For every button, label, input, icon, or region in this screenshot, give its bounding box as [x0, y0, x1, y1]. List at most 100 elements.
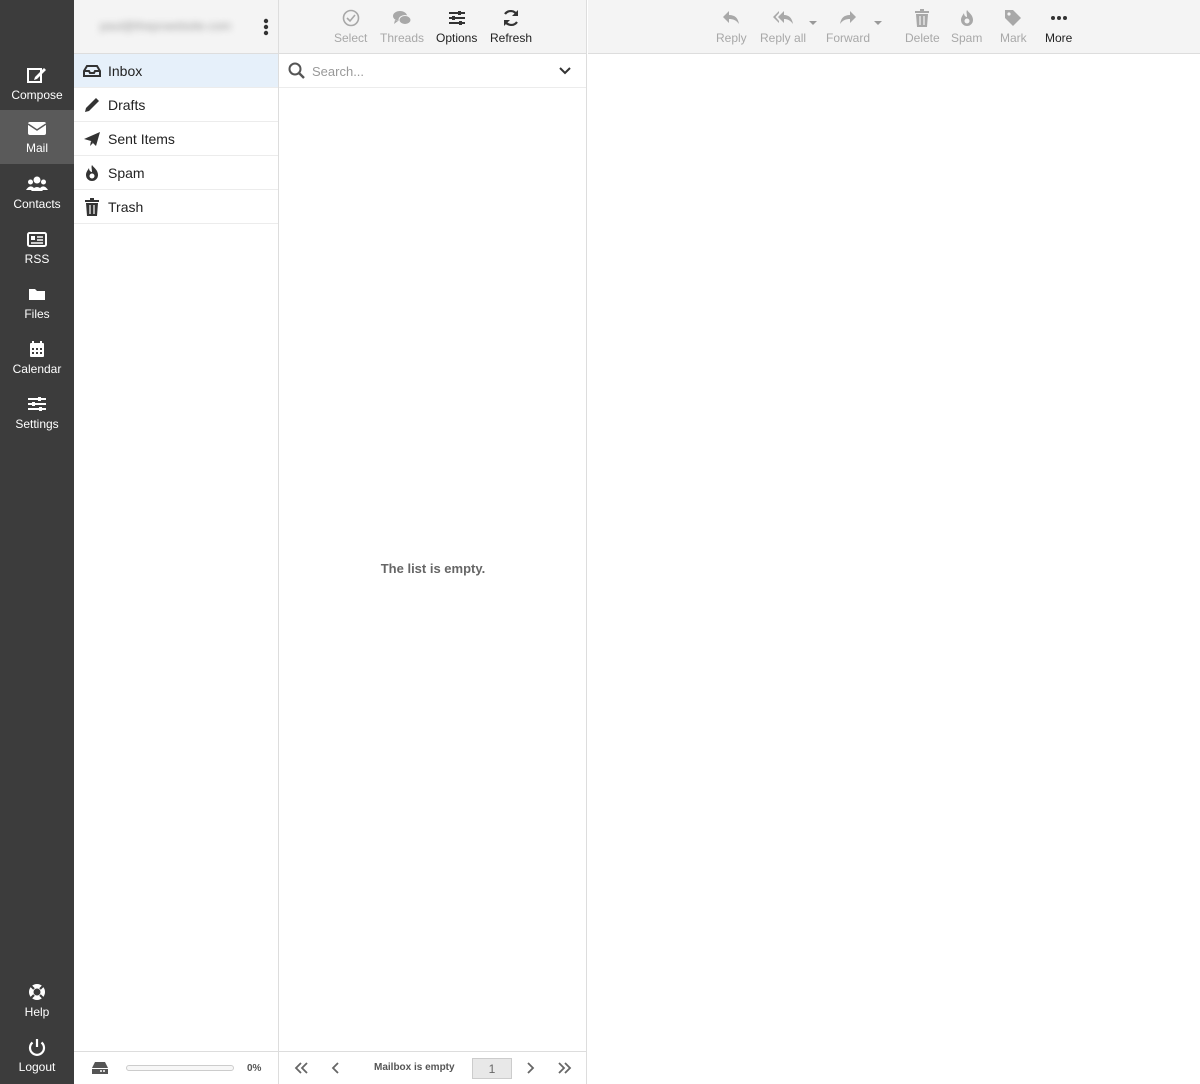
folder-inbox[interactable]: Inbox	[74, 54, 278, 88]
nav-compose-label: Compose	[11, 88, 63, 102]
quota-bar: 0%	[74, 1051, 279, 1084]
account-header: paul@thepcwebsite.com	[74, 0, 278, 54]
reply-all-dropdown-icon[interactable]	[809, 20, 817, 26]
refresh-label: Refresh	[490, 31, 533, 45]
more-label: More	[1045, 31, 1073, 45]
folder-label: Trash	[108, 198, 144, 215]
compose-icon	[27, 68, 46, 83]
refresh-button[interactable]: Refresh	[490, 8, 532, 47]
folder-icon	[29, 289, 45, 300]
threads-button[interactable]: Threads	[380, 8, 424, 47]
select-button[interactable]: Select	[334, 8, 367, 47]
nav-settings[interactable]: Settings	[0, 386, 74, 440]
sliders-icon	[28, 397, 46, 411]
mark-button[interactable]: Mark	[1000, 8, 1027, 47]
list-toolbar: Select Threads Options Refresh	[279, 0, 586, 54]
reply-button[interactable]: Reply	[716, 8, 747, 47]
check-circle-icon	[342, 9, 359, 27]
options-label: Options	[436, 31, 478, 45]
nav-mail[interactable]: Mail	[0, 110, 74, 164]
search-bar	[279, 54, 586, 88]
kebab-menu-icon[interactable]	[262, 17, 270, 37]
next-page-icon[interactable]	[524, 1060, 536, 1076]
delete-label: Delete	[905, 31, 940, 45]
select-label: Select	[334, 31, 368, 45]
search-input[interactable]	[312, 62, 552, 80]
options-button[interactable]: Options	[436, 8, 477, 47]
folder-sent[interactable]: Sent Items	[74, 122, 278, 156]
nav-files-label: Files	[24, 307, 50, 321]
nav-rss-label: RSS	[24, 252, 50, 266]
folder-spam[interactable]: Spam	[74, 156, 278, 190]
threads-label: Threads	[380, 31, 425, 45]
nav-help-label: Help	[24, 1005, 50, 1019]
forward-dropdown-icon[interactable]	[874, 20, 882, 26]
main-navigation: Compose Mail Contacts RSS Files Calendar…	[0, 0, 74, 1084]
nav-files[interactable]: Files	[0, 276, 74, 330]
reply-all-button[interactable]: Reply all	[760, 8, 806, 47]
page-number-input[interactable]	[472, 1058, 512, 1079]
folder-label: Spam	[108, 164, 145, 181]
mark-label: Mark	[1000, 31, 1027, 45]
power-icon	[28, 1039, 46, 1056]
nav-contacts[interactable]: Contacts	[0, 166, 74, 220]
reply-label: Reply	[716, 31, 747, 45]
nav-settings-label: Settings	[15, 417, 59, 431]
nav-logout-label: Logout	[18, 1060, 56, 1074]
hard-drive-icon	[92, 1062, 108, 1074]
first-page-icon[interactable]	[293, 1060, 309, 1076]
folder-label: Inbox	[108, 62, 143, 79]
lifebuoy-icon	[29, 984, 45, 1000]
spam-label: Spam	[951, 31, 983, 45]
paper-plane-icon	[84, 131, 100, 146]
nav-contacts-label: Contacts	[13, 197, 61, 211]
forward-button[interactable]: Forward	[826, 8, 870, 47]
pencil-icon	[85, 97, 99, 112]
calendar-icon	[30, 341, 44, 357]
nav-logout[interactable]: Logout	[0, 1029, 74, 1083]
folder-label: Sent Items	[108, 130, 175, 147]
chevron-down-icon[interactable]	[559, 66, 571, 76]
folder-label: Drafts	[108, 96, 146, 113]
quota-percent: 0%	[247, 1062, 262, 1074]
empty-list-message: The list is empty.	[380, 561, 486, 576]
message-toolbar: Reply Reply all Forward Delete Spam Mark…	[588, 0, 1200, 54]
reply-icon	[723, 11, 740, 24]
nav-calendar[interactable]: Calendar	[0, 331, 74, 385]
delete-button[interactable]: Delete	[905, 8, 940, 47]
folder-trash[interactable]: Trash	[74, 190, 278, 224]
forward-icon	[840, 11, 856, 24]
nav-compose[interactable]: Compose	[0, 57, 74, 111]
account-email: paul@thepcwebsite.com	[100, 19, 231, 33]
folder-drafts[interactable]: Drafts	[74, 88, 278, 122]
more-button[interactable]: More	[1045, 8, 1072, 47]
quota-progress	[126, 1065, 234, 1071]
previous-page-icon[interactable]	[330, 1060, 342, 1076]
message-preview-panel: Reply Reply all Forward Delete Spam Mark…	[588, 0, 1200, 1084]
envelope-icon	[27, 122, 47, 135]
sliders-icon	[448, 11, 465, 25]
inbox-icon	[83, 64, 101, 77]
nav-rss[interactable]: RSS	[0, 221, 74, 275]
trash-icon	[85, 197, 99, 216]
nav-calendar-label: Calendar	[12, 362, 62, 376]
list-pager: Mailbox is empty	[279, 1051, 587, 1084]
last-page-icon[interactable]	[557, 1060, 573, 1076]
nav-mail-label: Mail	[25, 141, 48, 155]
fire-icon	[86, 164, 98, 181]
message-list-panel: Select Threads Options Refresh Search...…	[279, 0, 587, 1084]
pager-status: Mailbox is empty	[374, 1062, 455, 1073]
forward-label: Forward	[826, 31, 871, 45]
folder-panel: paul@thepcwebsite.com Inbox Drafts Sent …	[74, 0, 279, 1084]
spam-button[interactable]: Spam	[951, 8, 982, 47]
comments-icon	[393, 11, 412, 25]
trash-icon	[915, 9, 930, 27]
refresh-icon	[504, 9, 519, 27]
tag-icon	[1005, 10, 1022, 26]
users-icon	[26, 176, 48, 191]
ellipsis-icon	[1050, 16, 1067, 20]
reply-all-icon	[773, 11, 794, 24]
nav-help[interactable]: Help	[0, 974, 74, 1028]
search-icon	[288, 62, 305, 79]
fire-icon	[960, 10, 973, 26]
